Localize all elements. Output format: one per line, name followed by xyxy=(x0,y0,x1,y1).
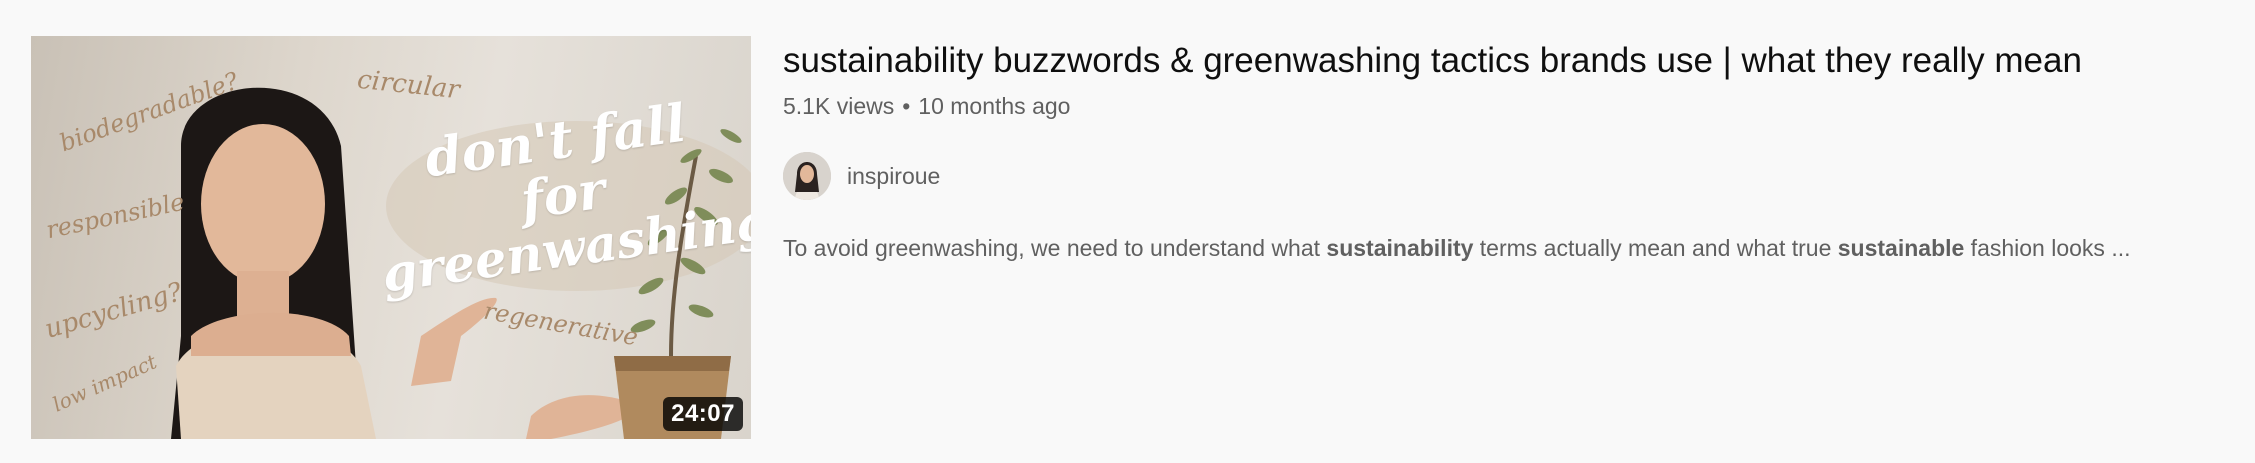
video-description-snippet: To avoid greenwashing, we need to unders… xyxy=(783,230,2203,266)
meta-separator: • xyxy=(902,93,911,119)
duration-badge: 24:07 xyxy=(663,397,743,431)
person-face xyxy=(201,124,325,284)
upload-age: 10 months ago xyxy=(918,93,1071,119)
view-count: 5.1K views xyxy=(783,93,895,119)
description-highlight: sustainable xyxy=(1837,235,1965,261)
video-thumbnail[interactable]: biodegradable? circular responsible upcy… xyxy=(31,36,751,439)
avatar-icon xyxy=(783,152,831,200)
channel-avatar[interactable] xyxy=(783,152,831,200)
video-result: biodegradable? circular responsible upcy… xyxy=(0,0,2255,463)
channel-link[interactable]: inspiroue xyxy=(783,152,940,200)
description-text: terms actually mean and what true xyxy=(1473,235,1838,261)
video-details: sustainability buzzwords & greenwashing … xyxy=(783,36,2223,266)
video-title-link[interactable]: sustainability buzzwords & greenwashing … xyxy=(783,36,2223,86)
video-metadata: 5.1K views • 10 months ago xyxy=(783,90,2223,122)
description-highlight: sustainability xyxy=(1326,235,1474,261)
description-text: To avoid greenwashing, we need to unders… xyxy=(783,235,1327,261)
channel-name[interactable]: inspiroue xyxy=(847,163,940,190)
description-text: fashion looks ... xyxy=(1964,235,2131,261)
